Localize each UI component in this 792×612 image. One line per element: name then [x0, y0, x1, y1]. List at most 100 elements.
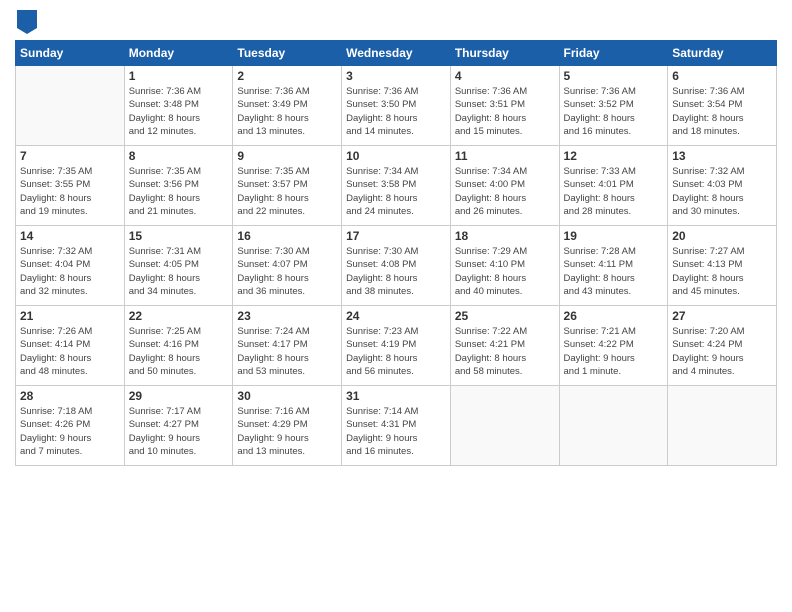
day-info: Sunrise: 7:18 AMSunset: 4:26 PMDaylight:…	[20, 405, 120, 458]
day-number: 21	[20, 309, 120, 323]
day-number: 10	[346, 149, 446, 163]
calendar-week-2: 7Sunrise: 7:35 AMSunset: 3:55 PMDaylight…	[16, 146, 777, 226]
day-number: 26	[564, 309, 664, 323]
day-number: 15	[129, 229, 229, 243]
day-info: Sunrise: 7:17 AMSunset: 4:27 PMDaylight:…	[129, 405, 229, 458]
calendar-week-3: 14 Sunrise: 7:32 AMSunset: 4:04 PMDayligh…	[16, 226, 777, 306]
day-number: 30	[237, 389, 337, 403]
day-number: 28	[20, 389, 120, 403]
calendar-cell: 6 Sunrise: 7:36 AMSunset: 3:54 PMDaylight…	[668, 66, 777, 146]
day-info: Sunrise: 7:24 AMSunset: 4:17 PMDaylight:…	[237, 325, 337, 378]
calendar-cell: 12 Sunrise: 7:33 AMSunset: 4:01 PMDayligh…	[559, 146, 668, 226]
weekday-header-saturday: Saturday	[668, 41, 777, 66]
day-info: Sunrise: 7:36 AMSunset: 3:52 PMDaylight:…	[564, 85, 664, 138]
day-info: Sunrise: 7:23 AMSunset: 4:19 PMDaylight:…	[346, 325, 446, 378]
calendar-cell: 30 Sunrise: 7:16 AMSunset: 4:29 PMDayligh…	[233, 386, 342, 466]
day-number: 19	[564, 229, 664, 243]
calendar-cell: 27 Sunrise: 7:20 AMSunset: 4:24 PMDayligh…	[668, 306, 777, 386]
day-number: 8	[129, 149, 229, 163]
weekday-header-wednesday: Wednesday	[342, 41, 451, 66]
day-number: 22	[129, 309, 229, 323]
calendar-cell: 20 Sunrise: 7:27 AMSunset: 4:13 PMDayligh…	[668, 226, 777, 306]
calendar-cell: 16 Sunrise: 7:30 AMSunset: 4:07 PMDayligh…	[233, 226, 342, 306]
day-info: Sunrise: 7:33 AMSunset: 4:01 PMDaylight:…	[564, 165, 664, 218]
day-info: Sunrise: 7:35 AMSunset: 3:56 PMDaylight:…	[129, 165, 229, 218]
calendar-cell: 23 Sunrise: 7:24 AMSunset: 4:17 PMDayligh…	[233, 306, 342, 386]
calendar-cell: 14 Sunrise: 7:32 AMSunset: 4:04 PMDayligh…	[16, 226, 125, 306]
calendar-week-4: 21 Sunrise: 7:26 AMSunset: 4:14 PMDayligh…	[16, 306, 777, 386]
calendar-cell: 25Sunrise: 7:22 AMSunset: 4:21 PMDayligh…	[450, 306, 559, 386]
calendar-cell	[450, 386, 559, 466]
calendar-cell: 10Sunrise: 7:34 AMSunset: 3:58 PMDayligh…	[342, 146, 451, 226]
weekday-header-monday: Monday	[124, 41, 233, 66]
day-number: 5	[564, 69, 664, 83]
day-number: 16	[237, 229, 337, 243]
calendar-cell: 19 Sunrise: 7:28 AMSunset: 4:11 PMDayligh…	[559, 226, 668, 306]
day-info: Sunrise: 7:27 AMSunset: 4:13 PMDaylight:…	[672, 245, 772, 298]
day-info: Sunrise: 7:16 AMSunset: 4:29 PMDaylight:…	[237, 405, 337, 458]
weekday-header-tuesday: Tuesday	[233, 41, 342, 66]
day-info: Sunrise: 7:34 AMSunset: 4:00 PMDaylight:…	[455, 165, 555, 218]
day-info: Sunrise: 7:30 AMSunset: 4:07 PMDaylight:…	[237, 245, 337, 298]
day-info: Sunrise: 7:35 AMSunset: 3:57 PMDaylight:…	[237, 165, 337, 218]
calendar-cell: 29 Sunrise: 7:17 AMSunset: 4:27 PMDayligh…	[124, 386, 233, 466]
day-number: 29	[129, 389, 229, 403]
header	[15, 10, 777, 32]
calendar-cell: 26 Sunrise: 7:21 AMSunset: 4:22 PMDayligh…	[559, 306, 668, 386]
logo-icon	[17, 10, 37, 34]
day-info: Sunrise: 7:25 AMSunset: 4:16 PMDaylight:…	[129, 325, 229, 378]
day-info: Sunrise: 7:35 AMSunset: 3:55 PMDaylight:…	[20, 165, 120, 218]
day-info: Sunrise: 7:31 AMSunset: 4:05 PMDaylight:…	[129, 245, 229, 298]
calendar-week-5: 28 Sunrise: 7:18 AMSunset: 4:26 PMDayligh…	[16, 386, 777, 466]
calendar-cell: 2 Sunrise: 7:36 AMSunset: 3:49 PMDaylight…	[233, 66, 342, 146]
calendar-cell: 21 Sunrise: 7:26 AMSunset: 4:14 PMDayligh…	[16, 306, 125, 386]
day-number: 20	[672, 229, 772, 243]
calendar-cell: 24Sunrise: 7:23 AMSunset: 4:19 PMDayligh…	[342, 306, 451, 386]
calendar-cell: 9 Sunrise: 7:35 AMSunset: 3:57 PMDaylight…	[233, 146, 342, 226]
calendar-cell: 31 Sunrise: 7:14 AMSunset: 4:31 PMDayligh…	[342, 386, 451, 466]
day-info: Sunrise: 7:21 AMSunset: 4:22 PMDaylight:…	[564, 325, 664, 378]
day-number: 17	[346, 229, 446, 243]
weekday-header-friday: Friday	[559, 41, 668, 66]
day-number: 9	[237, 149, 337, 163]
calendar-cell	[668, 386, 777, 466]
day-info: Sunrise: 7:36 AMSunset: 3:48 PMDaylight:…	[129, 85, 229, 138]
calendar-cell: 7Sunrise: 7:35 AMSunset: 3:55 PMDaylight…	[16, 146, 125, 226]
logo	[15, 10, 37, 32]
calendar-cell: 22 Sunrise: 7:25 AMSunset: 4:16 PMDayligh…	[124, 306, 233, 386]
day-number: 6	[672, 69, 772, 83]
calendar-cell: 1 Sunrise: 7:36 AMSunset: 3:48 PMDaylight…	[124, 66, 233, 146]
day-number: 14	[20, 229, 120, 243]
day-info: Sunrise: 7:29 AMSunset: 4:10 PMDaylight:…	[455, 245, 555, 298]
day-info: Sunrise: 7:30 AMSunset: 4:08 PMDaylight:…	[346, 245, 446, 298]
calendar-cell: 5 Sunrise: 7:36 AMSunset: 3:52 PMDaylight…	[559, 66, 668, 146]
day-number: 2	[237, 69, 337, 83]
day-info: Sunrise: 7:20 AMSunset: 4:24 PMDaylight:…	[672, 325, 772, 378]
calendar-cell: 8 Sunrise: 7:35 AMSunset: 3:56 PMDaylight…	[124, 146, 233, 226]
day-number: 12	[564, 149, 664, 163]
day-info: Sunrise: 7:32 AMSunset: 4:04 PMDaylight:…	[20, 245, 120, 298]
weekday-header-thursday: Thursday	[450, 41, 559, 66]
day-number: 1	[129, 69, 229, 83]
calendar-week-1: 1 Sunrise: 7:36 AMSunset: 3:48 PMDaylight…	[16, 66, 777, 146]
day-info: Sunrise: 7:36 AMSunset: 3:49 PMDaylight:…	[237, 85, 337, 138]
day-number: 13	[672, 149, 772, 163]
calendar-cell: 15 Sunrise: 7:31 AMSunset: 4:05 PMDayligh…	[124, 226, 233, 306]
day-number: 27	[672, 309, 772, 323]
day-number: 31	[346, 389, 446, 403]
day-info: Sunrise: 7:36 AMSunset: 3:50 PMDaylight:…	[346, 85, 446, 138]
calendar-cell	[559, 386, 668, 466]
weekday-header-row: SundayMondayTuesdayWednesdayThursdayFrid…	[16, 41, 777, 66]
day-number: 18	[455, 229, 555, 243]
calendar-cell: 28 Sunrise: 7:18 AMSunset: 4:26 PMDayligh…	[16, 386, 125, 466]
day-number: 4	[455, 69, 555, 83]
day-number: 23	[237, 309, 337, 323]
day-info: Sunrise: 7:28 AMSunset: 4:11 PMDaylight:…	[564, 245, 664, 298]
day-info: Sunrise: 7:22 AMSunset: 4:21 PMDaylight:…	[455, 325, 555, 378]
weekday-header-sunday: Sunday	[16, 41, 125, 66]
day-info: Sunrise: 7:14 AMSunset: 4:31 PMDaylight:…	[346, 405, 446, 458]
calendar-table: SundayMondayTuesdayWednesdayThursdayFrid…	[15, 40, 777, 466]
day-info: Sunrise: 7:26 AMSunset: 4:14 PMDaylight:…	[20, 325, 120, 378]
calendar-cell	[16, 66, 125, 146]
day-info: Sunrise: 7:36 AMSunset: 3:54 PMDaylight:…	[672, 85, 772, 138]
